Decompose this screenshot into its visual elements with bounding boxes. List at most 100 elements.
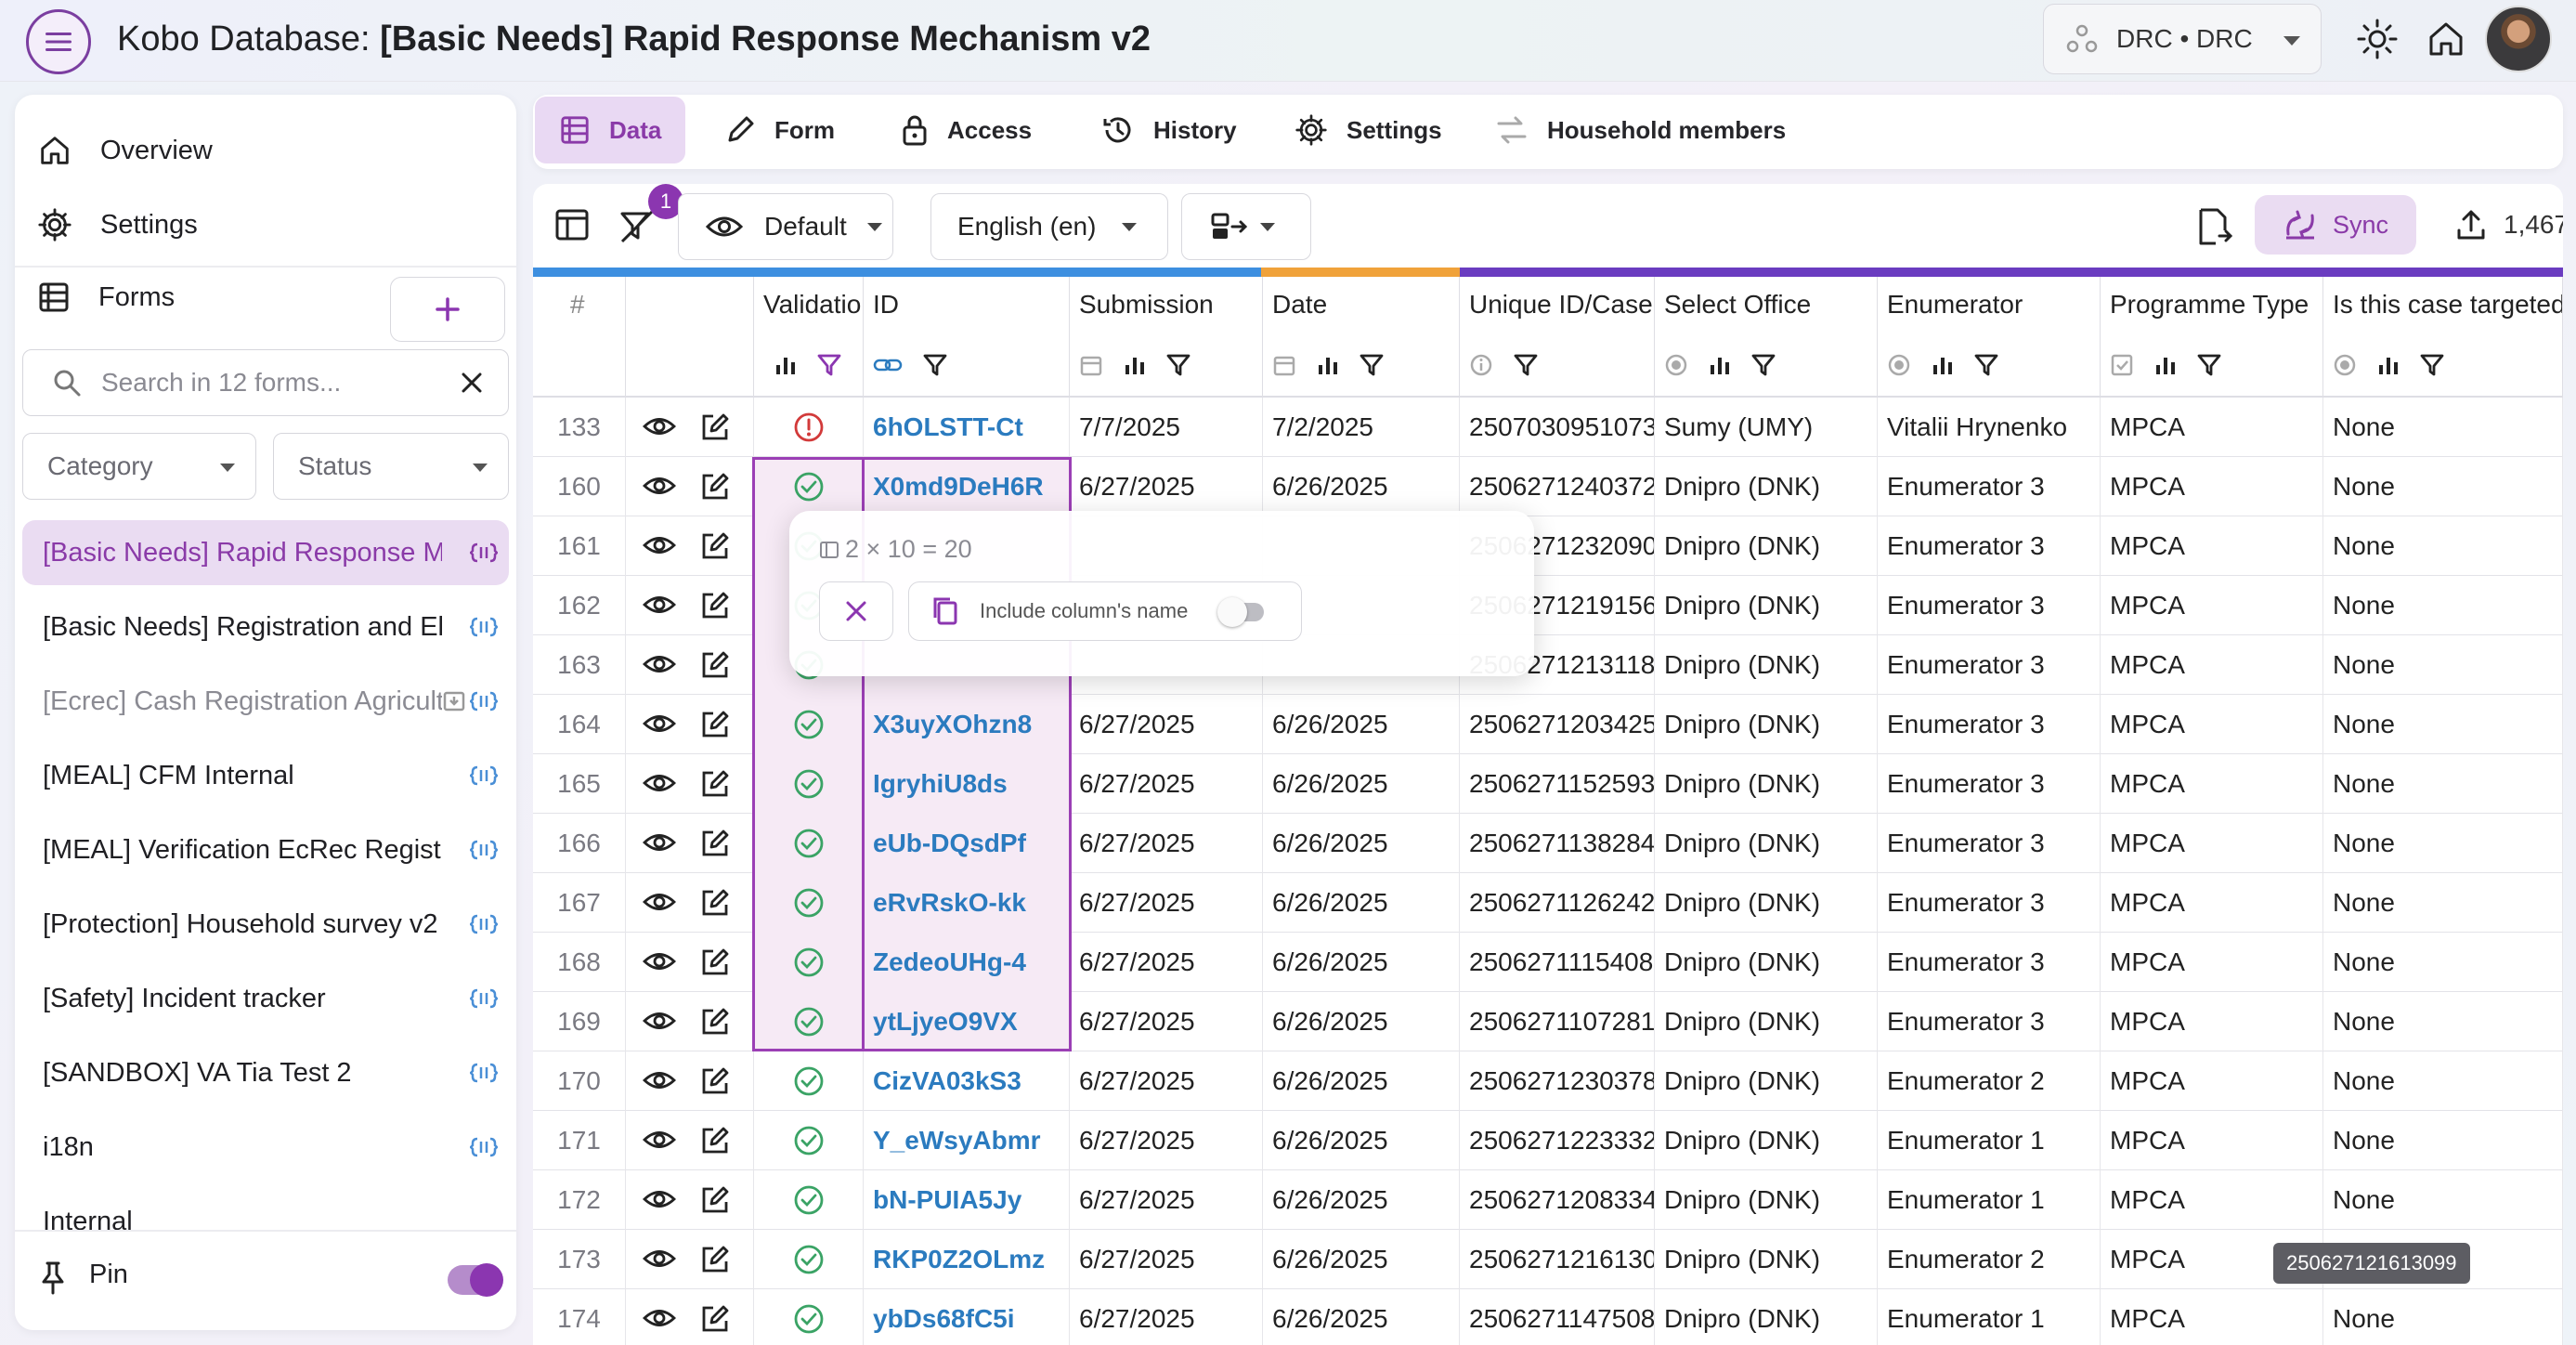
- table-cell[interactable]: Enumerator 2: [1878, 1051, 2101, 1111]
- tab-settings[interactable]: Settings: [1270, 97, 1466, 163]
- table-cell[interactable]: Dnipro (DNK): [1655, 1170, 1878, 1230]
- submission-id-link[interactable]: IgryhiU8ds: [864, 754, 1070, 814]
- table-cell[interactable]: Dnipro (DNK): [1655, 457, 1878, 516]
- table-cell[interactable]: Vitalii Hrynenko: [1878, 398, 2101, 457]
- table-cell[interactable]: Enumerator 2: [1878, 1230, 2101, 1289]
- submission-id-link[interactable]: RKP0Z2OLmz: [864, 1230, 1070, 1289]
- validation-cell[interactable]: [754, 1289, 864, 1345]
- table-cell[interactable]: None: [2323, 398, 2563, 457]
- table-cell[interactable]: None: [2323, 992, 2563, 1051]
- table-cell[interactable]: 6/27/2025: [1070, 1230, 1263, 1289]
- validation-cell[interactable]: [754, 457, 864, 516]
- table-cell[interactable]: 6/27/2025: [1070, 754, 1263, 814]
- edit-icon[interactable]: [700, 947, 730, 977]
- chart-icon[interactable]: [1709, 353, 1731, 377]
- submission-id-link[interactable]: eRvRskO-kk: [864, 873, 1070, 933]
- table-cell[interactable]: MPCA: [2101, 576, 2323, 635]
- table-cell[interactable]: MPCA: [2101, 754, 2323, 814]
- validation-cell[interactable]: [754, 754, 864, 814]
- account-select[interactable]: DRC • DRC: [2043, 4, 2322, 74]
- view-icon[interactable]: [643, 652, 676, 676]
- table-cell[interactable]: 6/27/2025: [1070, 933, 1263, 992]
- validation-cell[interactable]: [754, 695, 864, 754]
- edit-icon[interactable]: [700, 591, 730, 620]
- tab-data[interactable]: Data: [535, 97, 686, 163]
- sidebar-item-settings[interactable]: Settings: [37, 197, 198, 253]
- columns-icon[interactable]: [553, 206, 591, 243]
- view-icon[interactable]: [643, 1247, 676, 1271]
- table-cell[interactable]: Enumerator 3: [1878, 992, 2101, 1051]
- table-cell[interactable]: Dnipro (DNK): [1655, 1051, 1878, 1111]
- form-list-item[interactable]: i18n: [22, 1115, 509, 1180]
- tab-history[interactable]: History: [1077, 97, 1261, 163]
- edit-icon[interactable]: [700, 710, 730, 739]
- edit-icon[interactable]: [700, 650, 730, 680]
- view-icon[interactable]: [643, 474, 676, 498]
- edit-icon[interactable]: [700, 1185, 730, 1215]
- column-header[interactable]: Unique ID/Case: [1460, 277, 1655, 398]
- table-cell[interactable]: Enumerator 3: [1878, 933, 2101, 992]
- submission-id-link[interactable]: ytLjyeO9VX: [864, 992, 1070, 1051]
- submission-count[interactable]: 1,467: [2455, 208, 2563, 242]
- table-cell[interactable]: 250627124037293: [1460, 457, 1655, 516]
- copy-button[interactable]: Include column's name: [908, 581, 1302, 641]
- table-cell[interactable]: Enumerator 1: [1878, 1111, 2101, 1170]
- table-cell[interactable]: 6/26/2025: [1263, 933, 1460, 992]
- form-list-item[interactable]: [Basic Needs] Registration and Eligibili…: [22, 594, 509, 659]
- menu-button[interactable]: [26, 9, 91, 74]
- close-selection-button[interactable]: [819, 581, 893, 641]
- table-cell[interactable]: 6/26/2025: [1263, 992, 1460, 1051]
- table-cell[interactable]: 6/26/2025: [1263, 1170, 1460, 1230]
- table-cell[interactable]: MPCA: [2101, 1051, 2323, 1111]
- chart-icon[interactable]: [2154, 353, 2177, 377]
- table-cell[interactable]: 250627115259371: [1460, 754, 1655, 814]
- validation-cell[interactable]: [754, 1170, 864, 1230]
- table-cell[interactable]: Dnipro (DNK): [1655, 992, 1878, 1051]
- form-list-item[interactable]: [Protection] Household survey v2: [22, 892, 509, 957]
- table-cell[interactable]: 6/27/2025: [1070, 457, 1263, 516]
- table-cell[interactable]: 6/27/2025: [1070, 873, 1263, 933]
- validation-cell[interactable]: [754, 873, 864, 933]
- table-cell[interactable]: Dnipro (DNK): [1655, 873, 1878, 933]
- table-cell[interactable]: MPCA: [2101, 873, 2323, 933]
- column-header[interactable]: ID: [864, 277, 1070, 398]
- submission-id-link[interactable]: Y_eWsyAbmr: [864, 1111, 1070, 1170]
- chart-icon[interactable]: [1124, 353, 1146, 377]
- table-cell[interactable]: 250703095107394: [1460, 398, 1655, 457]
- table-cell[interactable]: 6/27/2025: [1070, 1111, 1263, 1170]
- validation-cell[interactable]: [754, 1111, 864, 1170]
- display-mode-select[interactable]: [1181, 193, 1311, 260]
- view-icon[interactable]: [643, 414, 676, 438]
- filter-icon[interactable]: [923, 353, 947, 377]
- column-header[interactable]: Submission: [1070, 277, 1263, 398]
- table-cell[interactable]: 250627123037826: [1460, 1051, 1655, 1111]
- table-cell[interactable]: 250627120342513: [1460, 695, 1655, 754]
- table-cell[interactable]: 250627110728154: [1460, 992, 1655, 1051]
- sync-button[interactable]: Sync: [2255, 195, 2416, 255]
- column-header[interactable]: Date: [1263, 277, 1460, 398]
- table-cell[interactable]: 6/26/2025: [1263, 754, 1460, 814]
- chart-icon[interactable]: [2377, 353, 2400, 377]
- filter-icon[interactable]: [1751, 353, 1776, 377]
- chart-icon[interactable]: [774, 353, 797, 377]
- edit-icon[interactable]: [700, 412, 730, 442]
- table-cell[interactable]: Enumerator 1: [1878, 1289, 2101, 1345]
- language-select[interactable]: English (en): [930, 193, 1168, 260]
- export-file-icon[interactable]: [2195, 206, 2232, 247]
- table-cell[interactable]: None: [2323, 457, 2563, 516]
- filter-icon[interactable]: [2420, 353, 2444, 377]
- table-cell[interactable]: None: [2323, 1289, 2563, 1345]
- validation-cell[interactable]: [754, 1051, 864, 1111]
- validation-cell[interactable]: [754, 814, 864, 873]
- table-cell[interactable]: Enumerator 1: [1878, 1170, 2101, 1230]
- table-cell[interactable]: 250627120833429: [1460, 1170, 1655, 1230]
- column-header[interactable]: Enumerator: [1878, 277, 2101, 398]
- table-cell[interactable]: Dnipro (DNK): [1655, 695, 1878, 754]
- table-cell[interactable]: 250627112624208: [1460, 873, 1655, 933]
- table-cell[interactable]: 7/7/2025: [1070, 398, 1263, 457]
- edit-icon[interactable]: [700, 1007, 730, 1037]
- view-icon[interactable]: [643, 771, 676, 795]
- validation-cell[interactable]: [754, 933, 864, 992]
- edit-icon[interactable]: [700, 531, 730, 561]
- avatar[interactable]: [2485, 6, 2552, 72]
